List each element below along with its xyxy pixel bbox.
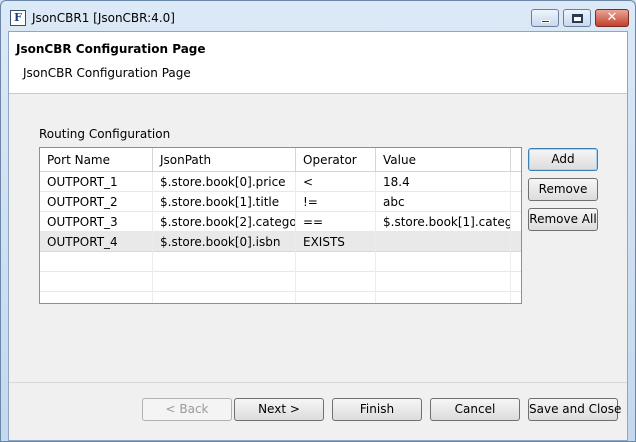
maximize-icon: [572, 14, 583, 23]
close-icon: ✕: [606, 10, 618, 25]
add-button[interactable]: Add: [528, 148, 598, 171]
cell-jsonpath: $.store.book[1].title: [153, 192, 296, 212]
page-header: JsonCBR Configuration Page JsonCBR Confi…: [9, 32, 627, 94]
cell-port-name: OUTPORT_2: [40, 192, 153, 212]
cancel-button[interactable]: Cancel: [430, 398, 520, 421]
minimize-button[interactable]: [531, 9, 559, 27]
cell-port-name: OUTPORT_3: [40, 212, 153, 232]
finish-button[interactable]: Finish: [332, 398, 422, 421]
cell-operator: ==: [296, 212, 376, 232]
empty-row: [40, 292, 521, 303]
empty-row: [40, 272, 521, 292]
page-title: JsonCBR Configuration Page: [16, 42, 206, 56]
close-button[interactable]: ✕: [595, 9, 629, 27]
cell-port-name: OUTPORT_4: [40, 232, 153, 252]
column-header-jsonpath[interactable]: JsonPath: [153, 148, 296, 172]
column-header-operator[interactable]: Operator: [296, 148, 376, 172]
empty-cell: [40, 272, 153, 292]
cell-port-name: OUTPORT_1: [40, 172, 153, 192]
column-header-port-name[interactable]: Port Name: [40, 148, 153, 172]
back-button[interactable]: < Back: [142, 398, 232, 421]
app-icon: F: [10, 10, 26, 26]
remove-button[interactable]: Remove: [528, 178, 598, 201]
table-row[interactable]: OUTPORT_1 $.store.book[0].price < 18.4: [40, 172, 521, 192]
empty-cell: [40, 292, 153, 303]
empty-row: [40, 252, 521, 272]
routing-table[interactable]: Port Name JsonPath Operator Value OUTPOR…: [39, 147, 522, 304]
footer-separator: [9, 382, 627, 383]
window-title: JsonCBR1 [JsonCBR:4.0]: [32, 11, 175, 25]
cell-value: $.store.book[1].categ...: [376, 212, 511, 232]
cell-value: abc: [376, 192, 511, 212]
cell-operator: EXISTS: [296, 232, 376, 252]
cell-operator: <: [296, 172, 376, 192]
maximize-button[interactable]: [563, 9, 591, 27]
empty-cell: [296, 252, 376, 272]
empty-cell: [153, 272, 296, 292]
cell-jsonpath: $.store.book[2].category: [153, 212, 296, 232]
table-header: Port Name JsonPath Operator Value: [40, 148, 521, 172]
routing-config-label: Routing Configuration: [39, 127, 171, 141]
column-header-value[interactable]: Value: [376, 148, 511, 172]
empty-cell: [376, 292, 511, 303]
save-and-close-button[interactable]: Save and Close: [528, 398, 621, 421]
next-button[interactable]: Next >: [234, 398, 324, 421]
empty-cell: [153, 252, 296, 272]
table-row-selected[interactable]: OUTPORT_4 $.store.book[0].isbn EXISTS: [40, 232, 521, 252]
cell-value: [376, 232, 511, 252]
empty-cell: [296, 272, 376, 292]
empty-cell: [376, 252, 511, 272]
title-bar[interactable]: F JsonCBR1 [JsonCBR:4.0] ✕: [1, 1, 635, 31]
remove-all-button[interactable]: Remove All: [528, 208, 598, 231]
empty-cell: [153, 292, 296, 303]
cell-value: 18.4: [376, 172, 511, 192]
wizard-window: F JsonCBR1 [JsonCBR:4.0] ✕ JsonCBR Confi…: [0, 0, 636, 442]
cell-operator: !=: [296, 192, 376, 212]
dialog-body: JsonCBR Configuration Page JsonCBR Confi…: [8, 31, 628, 441]
empty-cell: [376, 272, 511, 292]
cell-jsonpath: $.store.book[0].isbn: [153, 232, 296, 252]
minimize-icon: [541, 20, 550, 23]
cell-jsonpath: $.store.book[0].price: [153, 172, 296, 192]
empty-cell: [296, 292, 376, 303]
table-row[interactable]: OUTPORT_2 $.store.book[1].title != abc: [40, 192, 521, 212]
table-row[interactable]: OUTPORT_3 $.store.book[2].category == $.…: [40, 212, 521, 232]
page-description: JsonCBR Configuration Page: [23, 66, 191, 80]
empty-cell: [40, 252, 153, 272]
